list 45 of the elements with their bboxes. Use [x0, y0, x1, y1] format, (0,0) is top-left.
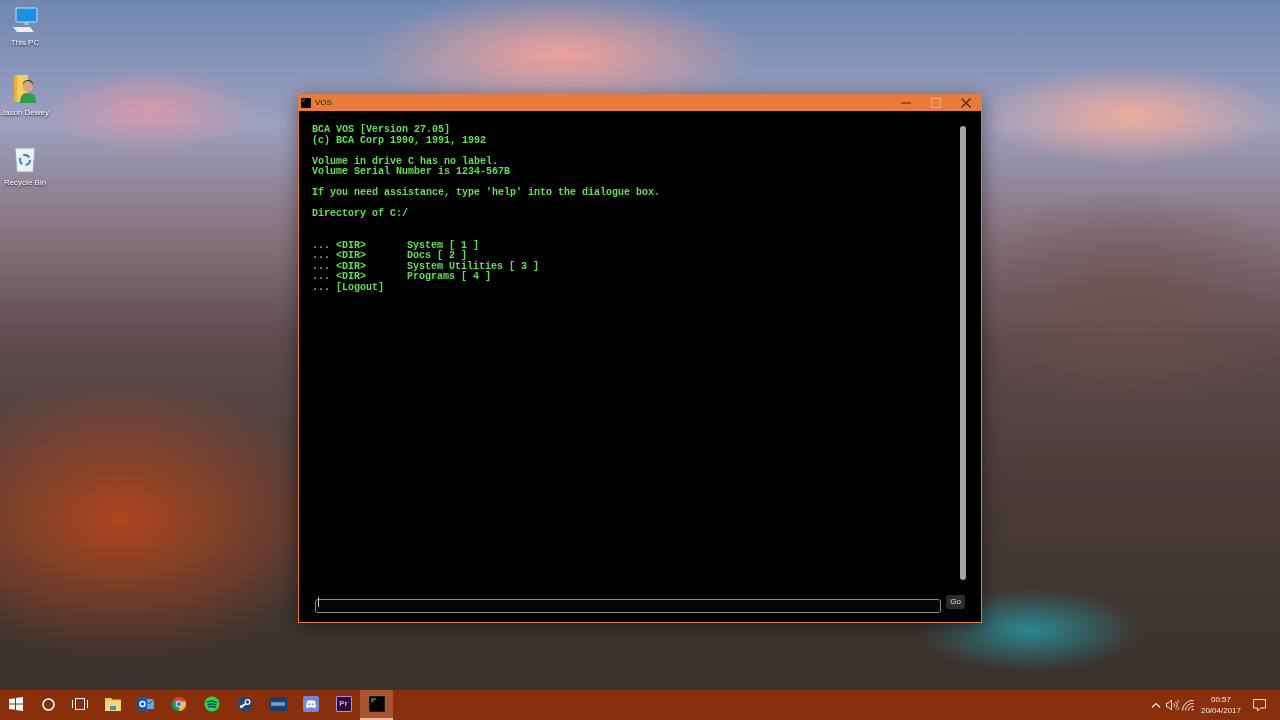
directory-name: System Utilities [ 3 ]	[407, 261, 540, 272]
terminal-line: (c) BCA Corp 1990, 1991, 1992	[312, 135, 487, 146]
clock-date[interactable]: 20/04/2017	[1200, 705, 1241, 716]
arcs-circle-icon[interactable]	[203, 696, 220, 712]
terminal-line: BCA VOS [Version 27.05]	[312, 125, 451, 135]
circle-icon[interactable]	[41, 697, 55, 711]
notification-icon[interactable]	[1252, 698, 1266, 712]
close-icon[interactable]	[961, 98, 971, 108]
command-input[interactable]	[315, 599, 941, 613]
computer-icon	[12, 7, 38, 33]
task-view-icon[interactable]	[72, 698, 88, 710]
listing-prefix: ... <DIR>	[312, 272, 367, 282]
listing-prefix: ... <DIR>	[312, 261, 367, 272]
terminal-line: If you need assistance, type 'help' into the dialogue box.	[312, 188, 661, 199]
browser-icon[interactable]	[170, 696, 187, 712]
wifi-icon[interactable]	[1182, 699, 1194, 711]
volume-icon[interactable]	[1165, 699, 1179, 711]
window-title: VOS	[315, 98, 332, 108]
taskbar-button[interactable]: Pr	[327, 690, 360, 720]
directory-name: Programs [ 4 ]	[407, 272, 491, 283]
listing-prefix: ...	[312, 282, 330, 293]
text-cursor	[318, 597, 319, 607]
screen-icon[interactable]	[268, 697, 287, 711]
directory-name: Docs [ 2 ]	[407, 251, 467, 262]
terminal-icon[interactable]	[368, 696, 385, 712]
start-icon[interactable]	[9, 697, 23, 711]
scrollbar[interactable]	[960, 126, 966, 580]
mail-icon[interactable]	[137, 696, 154, 712]
user-folder-icon	[13, 75, 37, 103]
app-logo[interactable]: Pr	[335, 696, 352, 712]
listing-prefix: ... <DIR>	[312, 251, 367, 262]
folder-icon[interactable]	[104, 697, 121, 711]
command-name: [Logout]	[336, 282, 385, 293]
recycle-bin-icon	[13, 145, 37, 173]
listing-prefix: ... <DIR>	[312, 240, 367, 251]
gamepad-icon[interactable]	[302, 696, 319, 712]
go-button[interactable]: Go	[946, 595, 965, 609]
directory-name: System [ 1 ]	[407, 240, 479, 251]
clock-time[interactable]: 00:57	[1211, 694, 1231, 705]
terminal-line: Directory of C:/	[312, 209, 408, 220]
terminal-line: Volume Serial Number is 1234-567B	[312, 167, 511, 178]
taskbar-button[interactable]	[360, 690, 393, 720]
chevron-up-icon[interactable]	[1151, 702, 1161, 708]
round-logo-icon[interactable]	[236, 696, 253, 712]
terminal-line: Volume in drive C has no label.	[312, 156, 499, 167]
